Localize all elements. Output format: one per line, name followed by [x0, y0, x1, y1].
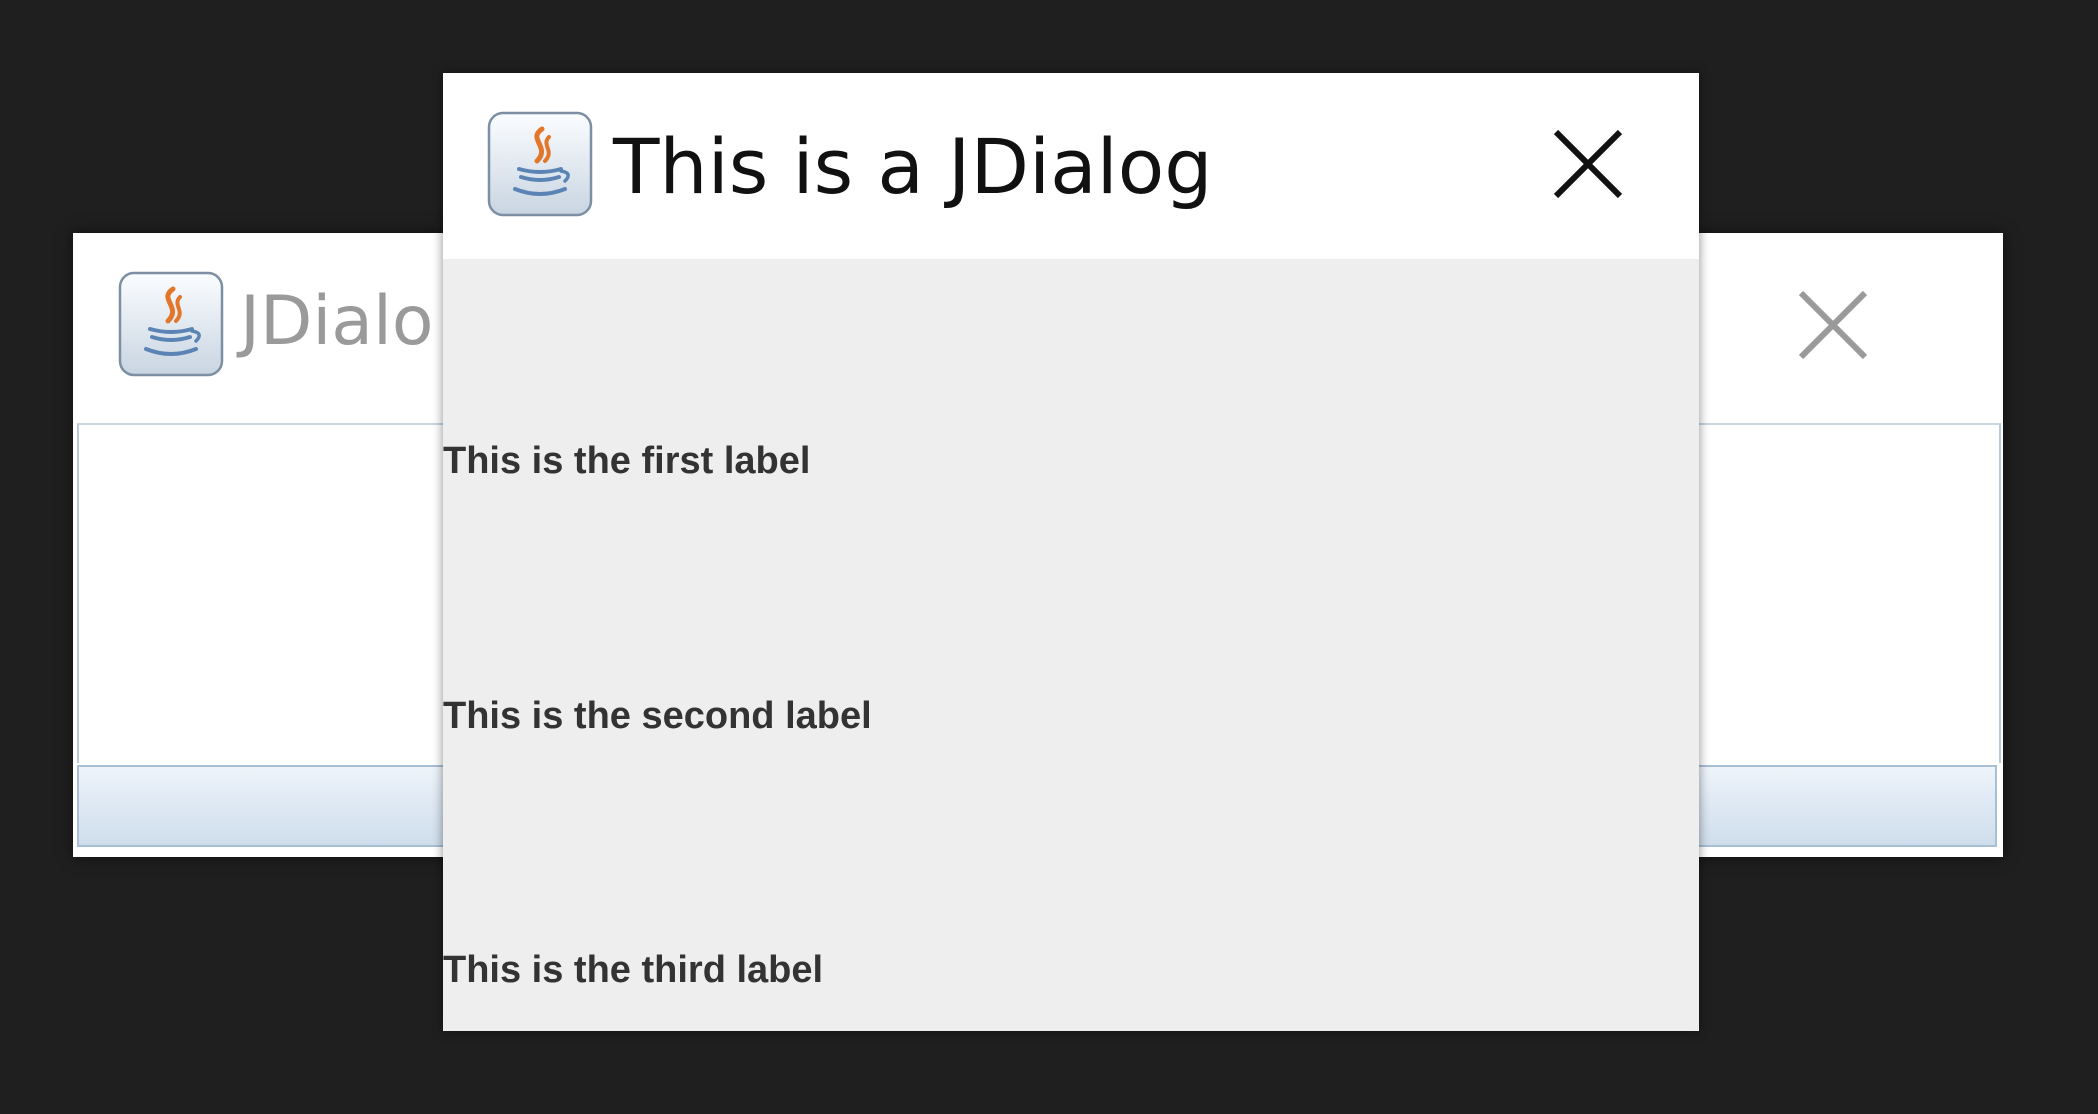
close-icon[interactable]: [1793, 285, 1873, 365]
jdialog-window: This is a JDialog This is the first labe…: [443, 73, 1699, 1031]
parent-window-title: JDialo: [240, 282, 434, 361]
java-coffee-cup-icon: [487, 111, 593, 217]
close-icon[interactable]: [1550, 126, 1626, 202]
second-label: This is the second label: [443, 695, 872, 737]
dialog-titlebar[interactable]: This is a JDialog: [443, 73, 1699, 259]
third-label: This is the third label: [443, 949, 824, 991]
dialog-title: This is a JDialog: [613, 122, 1213, 211]
first-label: This is the first label: [443, 440, 811, 482]
dialog-content: This is the first label This is the seco…: [443, 259, 1699, 1031]
java-coffee-cup-icon: [118, 271, 224, 377]
